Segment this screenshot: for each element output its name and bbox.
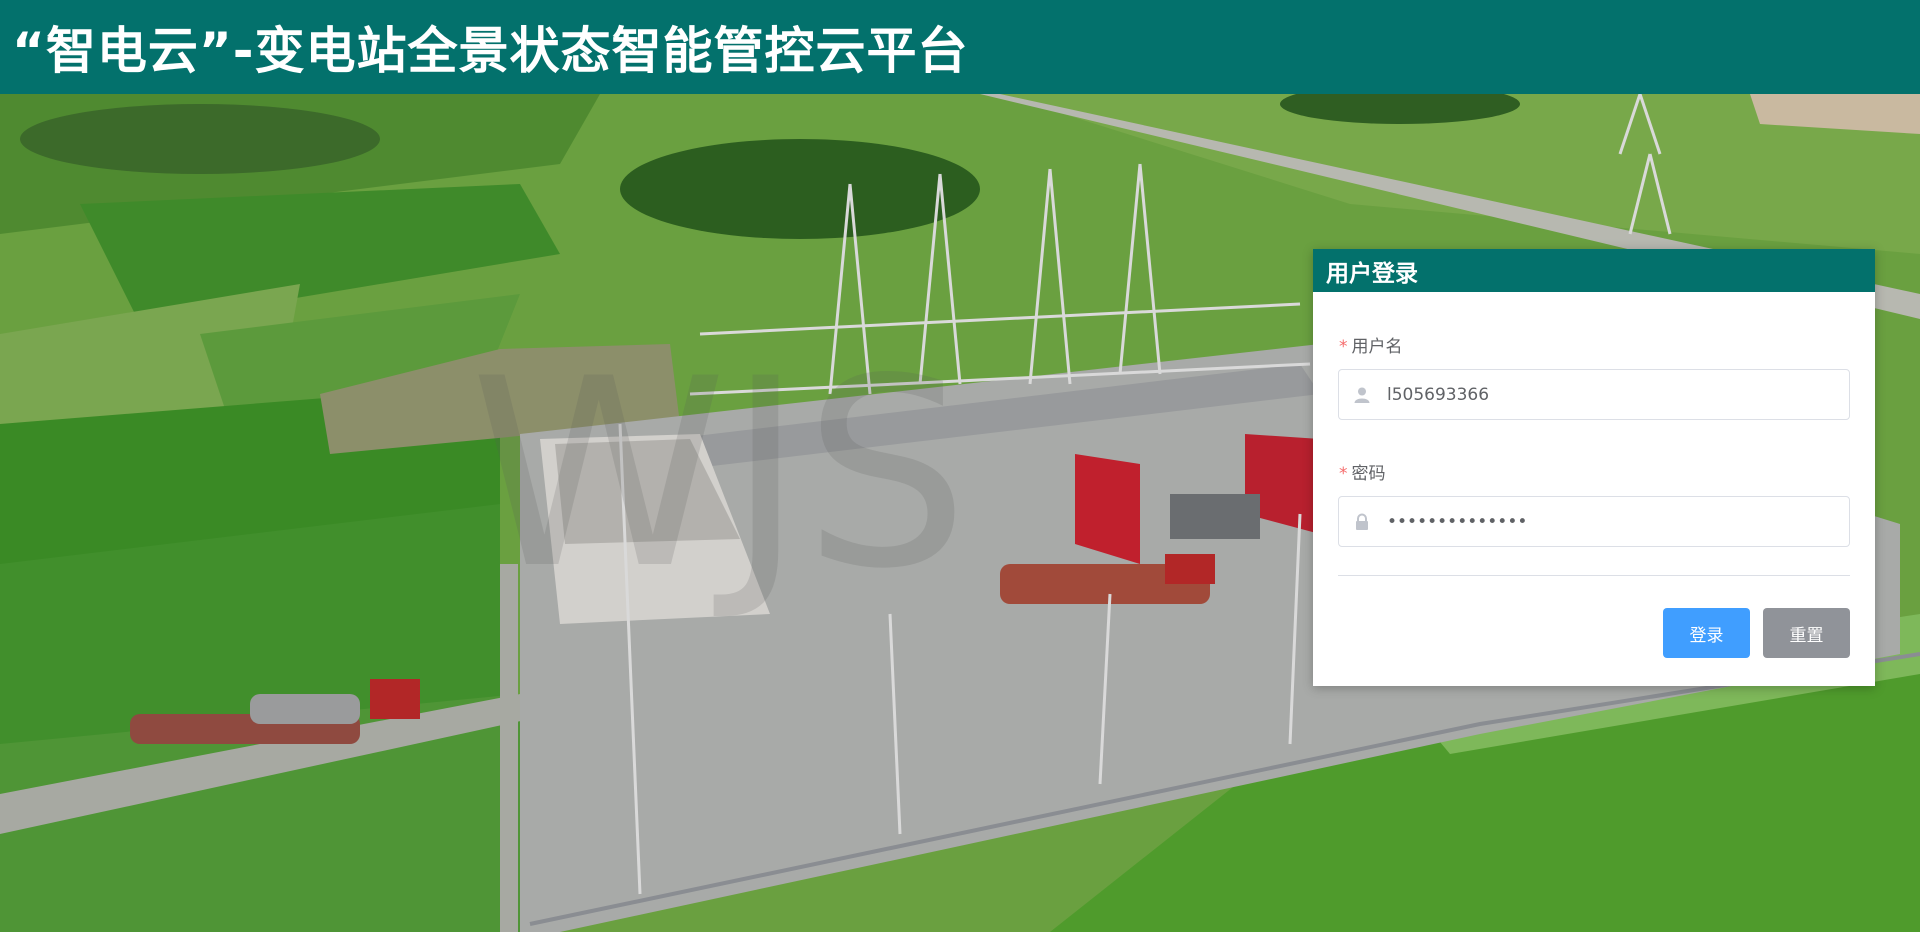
lock-icon bbox=[1356, 513, 1368, 530]
password-input[interactable]: •••••••••••••• bbox=[1338, 496, 1850, 547]
username-label: * 用户名 bbox=[1339, 337, 1403, 357]
app-header: “智电云”-变电站全景状态智能管控云平台 bbox=[0, 0, 1920, 94]
required-mark: * bbox=[1339, 337, 1348, 357]
reset-button[interactable]: 重置 bbox=[1763, 608, 1850, 658]
password-value: •••••••••••••• bbox=[1387, 511, 1528, 532]
page-title: “智电云”-变电站全景状态智能管控云平台 bbox=[12, 22, 969, 80]
username-input[interactable]: l505693366 bbox=[1338, 369, 1850, 420]
username-value: l505693366 bbox=[1387, 384, 1490, 405]
watermark-text: WJS bbox=[470, 324, 969, 626]
user-icon bbox=[1354, 387, 1370, 403]
required-mark: * bbox=[1339, 464, 1348, 484]
login-panel: 用户登录 * 用户名 l505693366 * 密码 •••••••••••••• … bbox=[1313, 249, 1875, 686]
login-title: 用户登录 bbox=[1326, 260, 1418, 287]
login-panel-header: 用户登录 bbox=[1313, 249, 1875, 292]
form-divider bbox=[1338, 575, 1850, 576]
login-button[interactable]: 登录 bbox=[1663, 608, 1750, 658]
password-label: * 密码 bbox=[1339, 464, 1386, 484]
